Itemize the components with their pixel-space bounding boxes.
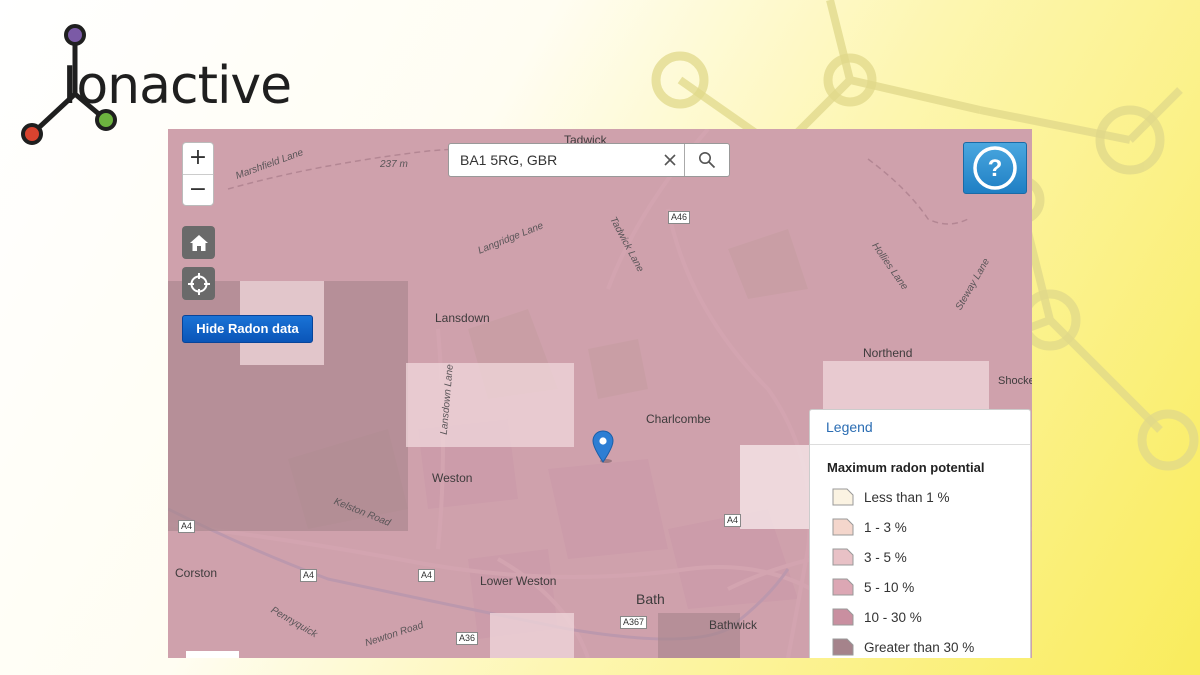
road-shield-a4: A4 bbox=[300, 569, 318, 582]
legend-item-label: 10 - 30 % bbox=[864, 609, 922, 625]
legend-list: Less than 1 % 1 - 3 % 3 - 5 % 5 - 10 % 1… bbox=[810, 475, 1030, 658]
zoom-in-button[interactable]: + bbox=[183, 143, 213, 174]
zoom-control: + − bbox=[182, 142, 214, 206]
legend-item: 3 - 5 % bbox=[832, 542, 1030, 572]
road-shield-a46: A46 bbox=[668, 211, 691, 224]
legend-panel: Legend Maximum radon potential Less than… bbox=[809, 409, 1031, 658]
place-label-lower-weston: Lower Weston bbox=[480, 574, 557, 588]
legend-swatch bbox=[832, 638, 854, 656]
home-button[interactable] bbox=[182, 226, 215, 259]
legend-item-label: Less than 1 % bbox=[864, 489, 950, 505]
road-shield-a4: A4 bbox=[724, 514, 742, 527]
road-shield-a367: A367 bbox=[620, 616, 648, 629]
search-button[interactable] bbox=[685, 144, 729, 176]
search-input[interactable] bbox=[449, 144, 655, 176]
legend-swatch bbox=[832, 488, 854, 506]
search-icon bbox=[699, 152, 716, 169]
help-icon: ? bbox=[973, 146, 1017, 190]
map-attribution bbox=[186, 651, 239, 658]
radon-map[interactable]: Tadwick Lansdown Northend Charlcombe Wes… bbox=[168, 129, 1032, 658]
legend-swatch bbox=[832, 578, 854, 596]
place-label-bath: Bath bbox=[636, 591, 665, 607]
road-shield-a4: A4 bbox=[418, 569, 436, 582]
place-label-bathwick: Bathwick bbox=[709, 618, 758, 632]
elevation-label: 237 m bbox=[380, 159, 408, 170]
legend-swatch bbox=[832, 548, 854, 566]
search-box bbox=[448, 143, 730, 177]
help-button[interactable]: ? bbox=[963, 142, 1027, 194]
legend-item-label: 3 - 5 % bbox=[864, 549, 907, 565]
legend-item-label: 5 - 10 % bbox=[864, 579, 915, 595]
legend-item: Less than 1 % bbox=[832, 482, 1030, 512]
legend-item: 5 - 10 % bbox=[832, 572, 1030, 602]
legend-item-label: Greater than 30 % bbox=[864, 639, 975, 655]
legend-header[interactable]: Legend bbox=[810, 410, 1030, 445]
clear-search-button[interactable] bbox=[655, 144, 685, 176]
place-label-corston: Corston bbox=[175, 566, 218, 580]
legend-item-label: 1 - 3 % bbox=[864, 519, 907, 535]
close-icon bbox=[663, 154, 676, 166]
logo-text: Ionactive bbox=[62, 56, 292, 116]
place-label-shocke: Shocke bbox=[998, 375, 1032, 387]
legend-swatch bbox=[832, 608, 854, 626]
legend-swatch bbox=[832, 518, 854, 536]
road-shield-a4: A4 bbox=[178, 520, 196, 533]
place-label-lansdown: Lansdown bbox=[435, 311, 490, 325]
zoom-out-button[interactable]: − bbox=[183, 174, 213, 205]
crosshair-icon bbox=[187, 272, 210, 295]
legend-item: Greater than 30 % bbox=[832, 632, 1030, 658]
location-pin-icon[interactable] bbox=[592, 430, 614, 464]
legend-item: 1 - 3 % bbox=[832, 512, 1030, 542]
place-label-weston: Weston bbox=[432, 471, 473, 485]
home-icon bbox=[189, 234, 208, 251]
legend-title: Maximum radon potential bbox=[827, 460, 985, 475]
locate-button[interactable] bbox=[182, 267, 215, 300]
legend-item: 10 - 30 % bbox=[832, 602, 1030, 632]
place-label-northend: Northend bbox=[863, 346, 913, 360]
help-label: ? bbox=[988, 155, 1003, 182]
road-shield-a36: A36 bbox=[456, 632, 479, 645]
hide-radon-data-button[interactable]: Hide Radon data bbox=[182, 315, 313, 343]
place-label-charlcombe: Charlcombe bbox=[646, 412, 711, 426]
